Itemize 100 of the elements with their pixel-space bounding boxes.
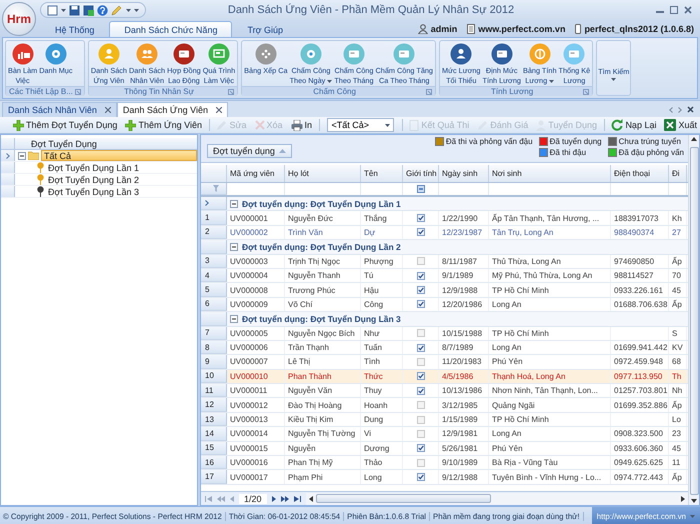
close-icon[interactable] (104, 107, 111, 113)
table-row[interactable]: 6 UV000009 Võ Chí Công 12/20/1986 Long An 01688.706.638 Ấp (201, 298, 688, 312)
table-row[interactable]: 7 UV000005 Nguyễn Ngọc Bích Như 10/15/1988 TP Hồ Chí Minh S (201, 326, 688, 341)
filter-dropdown[interactable]: <Tất Cả> (327, 118, 394, 132)
close-icon[interactable] (684, 6, 692, 14)
toolbar-button[interactable]: Thêm Ứng Viên (122, 118, 206, 132)
table-row[interactable]: 16 UV000016 Phan Thị Mỹ Thảo 9/10/1989 Bà Rịa - Vũng Tàu 0949.625.625 11 (201, 456, 688, 470)
row-header: 11 (201, 384, 227, 398)
scroll-up-icon[interactable] (691, 137, 697, 141)
collapse-icon[interactable] (18, 152, 26, 160)
column-header[interactable]: Mã ứng viên (227, 165, 285, 182)
table-cell: UV000007 (227, 355, 285, 369)
tree-item[interactable]: Đợt Tuyển Dụng Lần 3 (46, 186, 141, 197)
toolbar-button[interactable]: In (288, 118, 316, 132)
table-cell: Lo (669, 412, 687, 426)
toolbar-button[interactable]: Nạp Lại (608, 118, 660, 132)
collapse-icon[interactable] (230, 242, 238, 251)
table-cell: UV000017 (227, 470, 285, 484)
collapse-icon[interactable] (230, 314, 238, 323)
checkbox[interactable] (416, 473, 424, 482)
scroll-left-icon[interactable] (308, 496, 313, 502)
checkbox[interactable] (416, 300, 424, 308)
tree-item[interactable]: Đợt Tuyển Dụng Lần 2 (46, 174, 141, 185)
last-page-icon[interactable] (294, 496, 301, 502)
page-icon[interactable] (47, 4, 58, 16)
horizontal-scrollbar[interactable] (306, 492, 688, 504)
table-row[interactable]: 15 UV000015 Nguyễn Dương 5/26/1981 Phú Yên 0933.606.360 45 (201, 442, 688, 456)
column-header[interactable]: Tên (361, 165, 403, 182)
tree-item[interactable]: Đợt Tuyển Dụng Lần 1 (46, 162, 141, 173)
group-by-button[interactable]: Đợt tuyển dụng (207, 144, 292, 158)
help-icon[interactable] (97, 4, 108, 16)
column-header[interactable]: Họ lót (285, 165, 361, 182)
document-tab[interactable]: Danh Sách Nhân Viên (2, 102, 117, 117)
column-header[interactable]: Điện thoại (611, 165, 669, 182)
table-row[interactable]: 3 UV000003 Trịnh Thị Ngọc Phượng 8/11/1987 Thủ Thừa, Long An 974690850 Ấp (201, 254, 688, 269)
column-header[interactable]: Nơi sinh (489, 165, 611, 182)
row-header: 15 (201, 442, 227, 456)
checkbox-filter-icon[interactable] (416, 185, 424, 193)
column-header[interactable]: Đi (669, 165, 687, 182)
column-header[interactable]: Giới tính (403, 165, 439, 182)
table-row[interactable]: 11 UV000011 Nguyễn Văn Thuy 10/13/1986 Nhơn Ninh, Tân Thạnh, Lon... 01257.703.801 Nh (201, 384, 688, 398)
table-cell: Nh (669, 384, 687, 398)
table-row[interactable]: 12 UV000012 Đào Thị Hoàng Hoanh 3/12/1985 Quảng Ngãi 01699.352.886 Ấp (201, 398, 688, 413)
legend-label: Chưa trúng tuyển (618, 137, 681, 146)
table-cell: 9/12/1988 (439, 470, 489, 484)
document-tab[interactable]: Danh Sách Ứng Viên (116, 102, 228, 117)
current-row-icon (205, 200, 209, 206)
page-indicator: 1/20 (239, 494, 267, 504)
save-icon[interactable] (69, 4, 80, 16)
table-row[interactable]: 13 UV000013 Kiều Thị Kim Dung 1/15/1989 TP Hồ Chí Minh Lo (201, 412, 688, 428)
toolbar-button[interactable]: Xuất (661, 118, 700, 132)
close-icon[interactable] (687, 106, 694, 113)
save-icon[interactable] (83, 4, 94, 16)
table-cell: TP Hồ Chí Minh (489, 326, 611, 340)
checkbox[interactable] (416, 286, 424, 294)
checkbox[interactable] (416, 214, 424, 222)
row-header: 10 (201, 370, 227, 384)
table-cell: UV000006 (227, 340, 285, 354)
table-cell: UV000016 (227, 456, 285, 470)
checkbox[interactable] (416, 228, 424, 236)
next-page-icon[interactable] (280, 496, 289, 502)
table-cell: Phượng (361, 254, 403, 268)
table-row[interactable]: 17 UV000017 Phạm Phi Long 9/12/1988 Tuyên Bình - Vĩnh Hưng - Lo... 0974.772.443 Ấp (201, 470, 688, 485)
table-row[interactable]: 10 UV000010 Phan Thành Thức 4/5/1986 Thạnh Hoá, Long An 0977.113.950 Th (201, 370, 688, 384)
table-cell: 01688.706.638 (611, 298, 669, 312)
table-row[interactable]: 14 UV000014 Nguyễn Thị Tường Vi 12/9/1981 Long An 0908.323.500 23 (201, 427, 688, 442)
table-row[interactable]: 8 UV000006 Trần Thạnh Tuấn 8/7/1989 Long An 01699.941.442 KV (201, 340, 688, 356)
close-icon[interactable] (216, 107, 222, 113)
ribbon-tab[interactable]: Hệ Thống (40, 21, 110, 37)
next-icon[interactable] (272, 496, 276, 502)
ribbon-tab[interactable]: Trợ Giúp (232, 21, 298, 37)
checkbox[interactable] (416, 344, 424, 352)
pencil-icon[interactable] (111, 4, 123, 16)
table-row[interactable]: 4 UV000004 Nguyễn Thanh Tú 9/1/1989 Mỹ Phú, Thủ Thừa, Long An 988114527 70 (201, 268, 688, 284)
collapse-icon[interactable] (230, 200, 238, 208)
checkbox[interactable] (416, 444, 424, 452)
maximize-icon[interactable] (670, 6, 678, 14)
tree-item[interactable]: Tất Cả (41, 150, 197, 161)
scroll-down-icon[interactable] (691, 499, 697, 503)
ribbon-tab[interactable]: Danh Sách Chức Năng (109, 21, 232, 37)
table-cell: Ấp (669, 470, 687, 484)
table-cell: Nguyễn Thanh (285, 268, 361, 282)
table-row[interactable]: 9 UV000007 Lê Thị Tình 11/20/1983 Phú Yên 0972.459.948 68 (201, 355, 688, 370)
vertical-scrollbar[interactable] (688, 135, 699, 505)
table-cell: 0972.459.948 (611, 355, 669, 369)
table-row[interactable]: 5 UV000008 Trương Phúc Hậu 12/9/1988 TP Hồ Chí Minh 0933.226.161 45 (201, 283, 688, 298)
table-row[interactable]: 2 UV000002 Trình Văn Dự 12/23/1987 Tân Trụ, Long An 988490374 27 (201, 226, 688, 240)
scroll-right-icon[interactable] (681, 496, 685, 502)
chevron-right-icon[interactable] (678, 106, 682, 112)
table-cell: UV000002 (227, 226, 285, 240)
chevron-left-icon[interactable] (669, 106, 673, 112)
checkbox[interactable] (416, 372, 424, 380)
toolbar-button[interactable]: Thêm Đợt Tuyển Dụng (10, 118, 120, 132)
table-cell: Phan Thành (285, 370, 361, 384)
table-cell: UV000010 (227, 370, 285, 384)
table-row[interactable]: 1 UV000001 Nguyễn Đức Thắng 1/22/1990 Ấp Tân Thạnh, Tân Hương, ... 1883917073 Kh (201, 211, 688, 226)
checkbox[interactable] (416, 386, 424, 395)
column-header[interactable]: Ngày sinh (439, 165, 489, 182)
checkbox[interactable] (416, 272, 424, 280)
table-cell: Tuyên Bình - Vĩnh Hưng - Lo... (489, 470, 611, 484)
